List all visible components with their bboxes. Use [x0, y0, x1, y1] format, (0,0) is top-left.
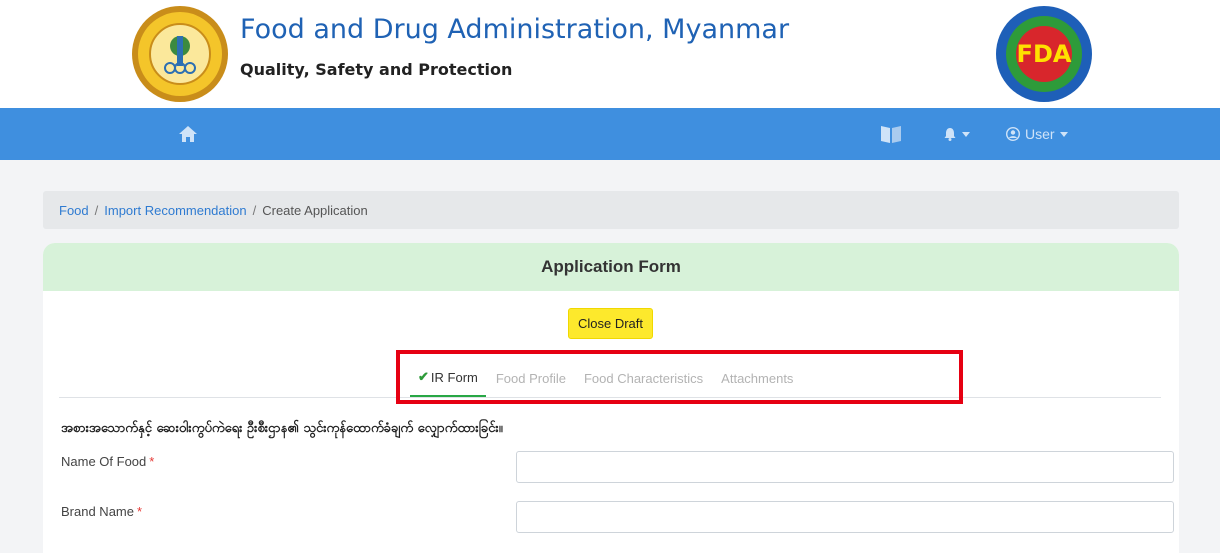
- card-title: Application Form: [43, 243, 1179, 291]
- fda-seal-logo: FDA: [996, 6, 1092, 102]
- section-title: အစားအသောက်နှင့် ဆေးဝါးကွပ်ကဲရေး ဦးစီးဌာန…: [61, 421, 503, 436]
- user-circle-icon: [1006, 127, 1020, 141]
- brand-name-label-text: Brand Name: [61, 504, 134, 519]
- tabs-highlight-box: [396, 350, 963, 404]
- chevron-down-icon: [962, 131, 970, 137]
- name-of-food-input[interactable]: [516, 451, 1174, 483]
- user-menu-dropdown[interactable]: User: [1006, 122, 1068, 146]
- chevron-down-icon: [1059, 131, 1068, 137]
- name-of-food-label: Name Of Food *: [61, 454, 154, 469]
- close-draft-button[interactable]: Close Draft: [568, 308, 653, 339]
- breadcrumb-import-recommendation-link[interactable]: Import Recommendation: [104, 203, 246, 218]
- main-navbar: User: [0, 108, 1220, 160]
- breadcrumb-food-link[interactable]: Food: [59, 203, 89, 218]
- required-marker: *: [136, 504, 143, 519]
- notifications-dropdown[interactable]: [944, 122, 970, 146]
- bell-icon: [944, 128, 956, 141]
- breadcrumb-separator: /: [252, 202, 257, 218]
- site-header: Food and Drug Administration, Myanmar Qu…: [0, 0, 1220, 108]
- required-marker: *: [149, 454, 155, 469]
- brand-name-input[interactable]: [516, 501, 1174, 533]
- site-tagline: Quality, Safety and Protection: [240, 60, 513, 79]
- user-menu-label: User: [1025, 126, 1055, 142]
- ministry-seal-logo: [132, 6, 228, 102]
- book-icon[interactable]: [878, 122, 904, 146]
- fda-logo-text: FDA: [1017, 40, 1072, 68]
- site-title: Food and Drug Administration, Myanmar: [240, 14, 790, 45]
- home-icon[interactable]: [176, 122, 200, 146]
- name-of-food-label-text: Name Of Food: [61, 454, 147, 469]
- breadcrumb: Food / Import Recommendation / Create Ap…: [43, 191, 1179, 229]
- breadcrumb-separator: /: [94, 202, 99, 218]
- brand-name-label: Brand Name *: [61, 504, 142, 519]
- breadcrumb-current-page: Create Application: [262, 202, 368, 218]
